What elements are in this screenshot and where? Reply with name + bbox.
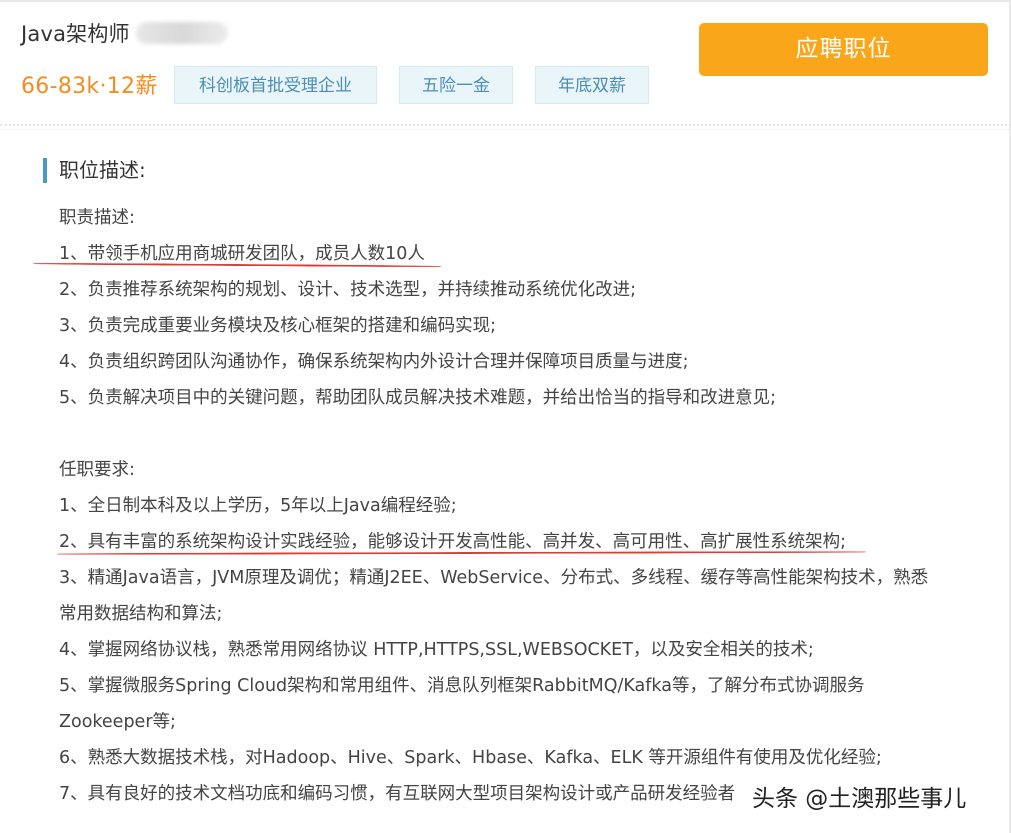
requirements-heading: 任职要求: xyxy=(59,460,135,480)
apply-button[interactable]: 应聘职位 xyxy=(699,23,988,76)
responsibility-item: 4、负责组织跨团队沟通协作，确保系统架构内外设计合理并保障项目质量与进度; xyxy=(59,352,689,372)
responsibilities-heading: 职责描述: xyxy=(59,208,135,228)
requirement-item: 1、全日制本科及以上学历，5年以上Java编程经验; xyxy=(59,496,457,516)
responsibility-item: 2、负责推荐系统架构的规划、设计、技术选型，并持续推动系统优化改进; xyxy=(59,280,637,300)
job-title-row: Java架构师 xyxy=(21,18,228,48)
responsibility-item: 1、带领手机应用商城研发团队，成员人数10人 xyxy=(59,244,425,264)
requirement-item-continuation: Zookeeper等; xyxy=(59,712,176,732)
responsibility-item: 5、负责解决项目中的关键问题，帮助团队成员解决技术难题，并给出恰当的指导和改进意… xyxy=(59,388,777,408)
watermark: 头条 @土澳那些事儿 xyxy=(752,786,967,812)
header-divider-secondary xyxy=(0,129,1011,130)
job-title: Java架构师 xyxy=(21,22,130,46)
salary: 66-83k·12薪 xyxy=(21,74,158,99)
requirement-item: 5、掌握微服务Spring Cloud架构和常用组件、消息队列框架RabbitM… xyxy=(59,676,865,696)
requirement-item: 2、具有丰富的系统架构设计实践经验，能够设计开发高性能、高并发、高可用性、高扩展… xyxy=(59,532,847,552)
requirement-item: 6、熟悉大数据技术栈，对Hadoop、Hive、Spark、Hbase、Kafk… xyxy=(59,748,882,768)
job-posting-page: Java架构师 66-83k·12薪 科创板首批受理企业 五险一金 年底双薪 应… xyxy=(0,0,1011,833)
benefit-tag: 五险一金 xyxy=(399,66,513,104)
responsibility-item: 3、负责完成重要业务模块及核心框架的搭建和编码实现; xyxy=(59,316,497,336)
requirement-item: 4、掌握网络协议栈，熟悉常用网络协议 HTTP,HTTPS,SSL,WEBSOC… xyxy=(59,640,814,660)
benefit-tag: 科创板首批受理企业 xyxy=(174,66,377,104)
blurred-company-name xyxy=(135,22,228,44)
benefit-tag: 年底双薪 xyxy=(535,66,649,104)
job-description: 职责描述: 1、带领手机应用商城研发团队，成员人数10人 2、负责推荐系统架构的… xyxy=(59,200,959,812)
requirement-item-continuation: 常用数据结构和算法; xyxy=(59,604,223,624)
top-border xyxy=(0,0,1011,2)
header-divider xyxy=(0,124,1011,126)
requirement-item: 3、精通Java语言，JVM原理及调优；精通J2EE、WebService、分布… xyxy=(59,568,929,588)
section-title: 职位描述: xyxy=(59,158,146,182)
section-accent-bar xyxy=(43,158,47,183)
